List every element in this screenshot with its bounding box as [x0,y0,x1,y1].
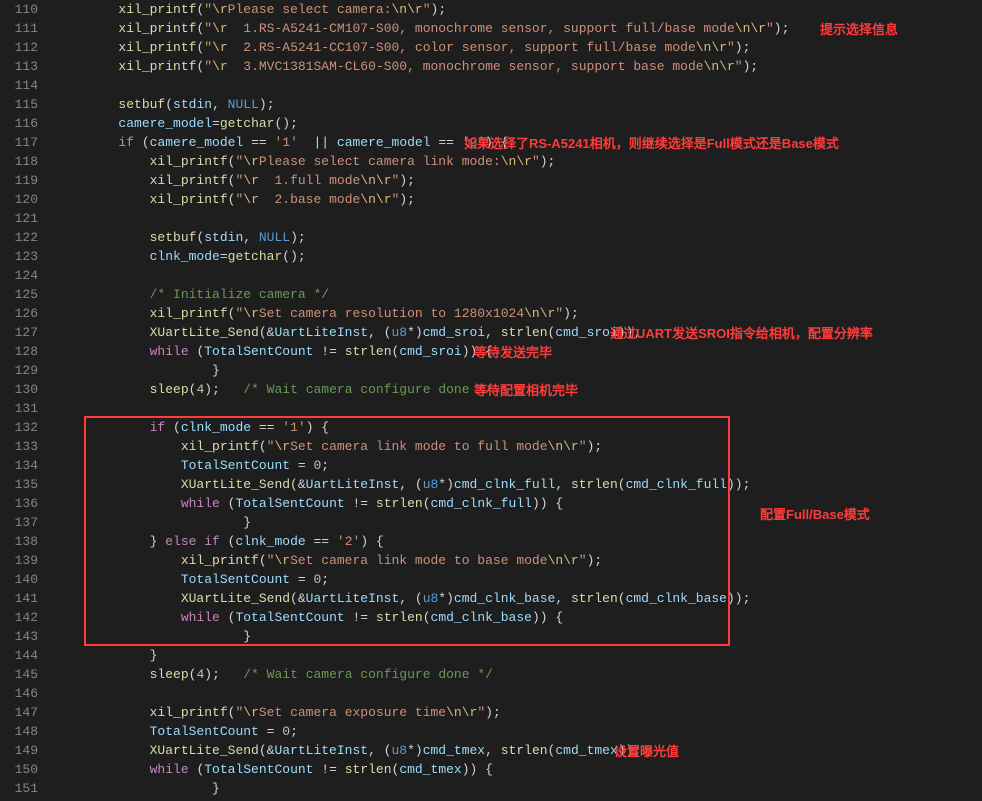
code-line[interactable]: XUartLite_Send(&UartLiteInst, (u8*)cmd_c… [56,589,982,608]
code-line[interactable]: xil_printf("\rPlease select camera:\n\r"… [56,0,982,19]
code-line[interactable]: sleep(4); /* Wait camera configure done … [56,665,982,684]
code-line[interactable]: xil_printf("\rSet camera exposure time\n… [56,703,982,722]
line-number: 120 [0,190,38,209]
line-number: 129 [0,361,38,380]
line-number-gutter: 1101111121131141151161171181191201211221… [0,0,56,801]
annotation-exposure: 设置曝光值 [614,742,679,761]
code-line[interactable] [56,266,982,285]
line-number: 131 [0,399,38,418]
annotation-select-info: 提示选择信息 [820,20,898,39]
annotation-wait-config: 等待配置相机完毕 [474,381,578,400]
line-number: 140 [0,570,38,589]
code-line[interactable]: setbuf(stdin, NULL); [56,95,982,114]
line-number: 141 [0,589,38,608]
code-line[interactable]: while (TotalSentCount != strlen(cmd_tmex… [56,760,982,779]
line-number: 126 [0,304,38,323]
line-number: 122 [0,228,38,247]
line-number: 110 [0,0,38,19]
line-number: 111 [0,19,38,38]
line-number: 143 [0,627,38,646]
code-line[interactable]: } else if (clnk_mode == '2') { [56,532,982,551]
line-number: 124 [0,266,38,285]
code-line[interactable]: XUartLite_Send(&UartLiteInst, (u8*)cmd_c… [56,475,982,494]
code-area[interactable]: xil_printf("\rPlease select camera:\n\r"… [56,0,982,801]
code-line[interactable]: xil_printf("\r 1.full mode\n\r"); [56,171,982,190]
line-number: 114 [0,76,38,95]
annotation-full-base-select: 如果选择了RS-A5241相机，则继续选择是Full模式还是Base模式 [464,134,839,153]
code-line[interactable]: } [56,779,982,798]
line-number: 147 [0,703,38,722]
line-number: 144 [0,646,38,665]
line-number: 134 [0,456,38,475]
line-number: 130 [0,380,38,399]
code-line[interactable]: /* Initialize camera */ [56,285,982,304]
code-line[interactable]: TotalSentCount = 0; [56,456,982,475]
code-line[interactable] [56,76,982,95]
code-line[interactable]: xil_printf("\r 2.base mode\n\r"); [56,190,982,209]
code-line[interactable]: xil_printf("\rPlease select camera link … [56,152,982,171]
code-line[interactable]: xil_printf("\r 3.MVC1381SAM-CL60-S00, mo… [56,57,982,76]
code-line[interactable]: setbuf(stdin, NULL); [56,228,982,247]
code-line[interactable]: xil_printf("\rSet camera link mode to ba… [56,551,982,570]
line-number: 149 [0,741,38,760]
line-number: 137 [0,513,38,532]
annotation-wait-send: 等待发送完毕 [474,343,552,362]
code-line[interactable] [56,399,982,418]
line-number: 123 [0,247,38,266]
line-number: 115 [0,95,38,114]
line-number: 138 [0,532,38,551]
line-number: 125 [0,285,38,304]
line-number: 121 [0,209,38,228]
line-number: 136 [0,494,38,513]
line-number: 132 [0,418,38,437]
line-number: 118 [0,152,38,171]
line-number: 127 [0,323,38,342]
line-number: 112 [0,38,38,57]
code-line[interactable]: if (clnk_mode == '1') { [56,418,982,437]
code-line[interactable] [56,684,982,703]
code-line[interactable]: xil_printf("\rSet camera link mode to fu… [56,437,982,456]
line-number: 128 [0,342,38,361]
code-line[interactable]: } [56,627,982,646]
line-number: 116 [0,114,38,133]
line-number: 117 [0,133,38,152]
line-number: 146 [0,684,38,703]
annotation-config-mode: 配置Full/Base模式 [760,505,870,524]
code-line[interactable]: xil_printf("\r 2.RS-A5241-CC107-S00, col… [56,38,982,57]
line-number: 133 [0,437,38,456]
code-line[interactable]: camere_model=getchar(); [56,114,982,133]
line-number: 119 [0,171,38,190]
line-number: 142 [0,608,38,627]
line-number: 139 [0,551,38,570]
code-line[interactable]: xil_printf("\rSet camera resolution to 1… [56,304,982,323]
line-number: 113 [0,57,38,76]
code-editor[interactable]: 1101111121131141151161171181191201211221… [0,0,982,801]
code-line[interactable]: } [56,361,982,380]
code-line[interactable]: while (TotalSentCount != strlen(cmd_clnk… [56,608,982,627]
code-line[interactable]: TotalSentCount = 0; [56,570,982,589]
code-line[interactable]: XUartLite_Send(&UartLiteInst, (u8*)cmd_t… [56,741,982,760]
line-number: 151 [0,779,38,798]
code-line[interactable]: clnk_mode=getchar(); [56,247,982,266]
line-number: 150 [0,760,38,779]
line-number: 145 [0,665,38,684]
code-line[interactable]: TotalSentCount = 0; [56,722,982,741]
line-number: 148 [0,722,38,741]
annotation-uart-sroi: 通过UART发送SROI指令给相机，配置分辨率 [610,324,873,343]
code-line[interactable]: } [56,646,982,665]
code-line[interactable] [56,209,982,228]
line-number: 135 [0,475,38,494]
